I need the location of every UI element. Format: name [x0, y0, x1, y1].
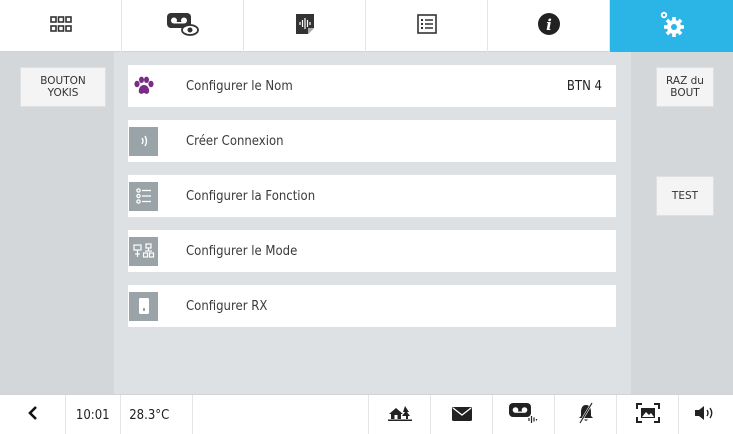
- svg-text:i: i: [546, 16, 552, 34]
- voicemail-audio-icon: [508, 402, 539, 428]
- back-arrow-icon: [27, 405, 39, 425]
- home-icon: [387, 405, 412, 425]
- button-name-value: BTN 4: [566, 78, 602, 94]
- row-label: Configurer le Nom: [186, 78, 293, 94]
- settings-gear-icon: [659, 10, 685, 42]
- row-configure-rx[interactable]: Configurer RX: [128, 285, 616, 327]
- mute-toggle[interactable]: [555, 395, 617, 434]
- row-configure-name[interactable]: Configurer le Nom BTN 4: [128, 65, 616, 107]
- clock: 10:01: [66, 395, 121, 434]
- screen-button[interactable]: [617, 395, 679, 434]
- row-label: Configurer RX: [186, 298, 268, 314]
- voicemail-eye-icon: [166, 11, 200, 41]
- top-tab-bar: i: [0, 0, 733, 52]
- test-button[interactable]: TEST: [656, 176, 714, 216]
- bottom-status-bar: 10:01 28.3°C: [0, 394, 733, 434]
- tab-list[interactable]: [366, 0, 488, 52]
- grid-icon: [49, 16, 72, 36]
- reset-button[interactable]: RAZ du BOUT: [656, 67, 714, 107]
- tab-info[interactable]: i: [488, 0, 610, 52]
- row-configure-function[interactable]: Configurer la Fonction: [128, 175, 616, 217]
- audio-file-icon: [295, 13, 315, 39]
- mail-icon: [451, 406, 472, 425]
- speaker-icon: [694, 405, 718, 425]
- voicemail-audio-button[interactable]: [493, 395, 555, 434]
- screen-image-icon: [635, 403, 660, 427]
- status-spacer: [193, 395, 369, 434]
- mute-icon: [577, 402, 595, 428]
- row-configure-mode[interactable]: Configurer le Mode: [128, 230, 616, 272]
- home-status-button[interactable]: [369, 395, 431, 434]
- back-button[interactable]: [0, 395, 66, 434]
- tab-settings[interactable]: [610, 0, 733, 52]
- tab-voicemail-video[interactable]: [122, 0, 244, 52]
- paw-icon: [129, 72, 158, 101]
- volume-button[interactable]: [679, 395, 733, 434]
- row-label: Configurer le Mode: [186, 243, 298, 259]
- list-icon: [416, 14, 437, 38]
- temperature: 28.3°C: [121, 395, 193, 434]
- row-label: Créer Connexion: [186, 133, 284, 149]
- bouton-yokis-button[interactable]: BOUTON YOKIS: [20, 67, 106, 107]
- time-display: 10:01: [76, 407, 110, 423]
- temperature-display: 28.3°C: [129, 407, 170, 423]
- messages-button[interactable]: [431, 395, 493, 434]
- tab-audio-messages[interactable]: [244, 0, 366, 52]
- row-create-connection[interactable]: Créer Connexion: [128, 120, 616, 162]
- rx-module-icon: [129, 291, 158, 321]
- function-list-icon: [129, 181, 158, 211]
- signal-waves-icon: [129, 126, 158, 156]
- tab-home[interactable]: [0, 0, 122, 52]
- info-icon: i: [537, 12, 561, 40]
- mode-network-icon: [129, 236, 158, 266]
- row-label: Configurer la Fonction: [186, 188, 316, 204]
